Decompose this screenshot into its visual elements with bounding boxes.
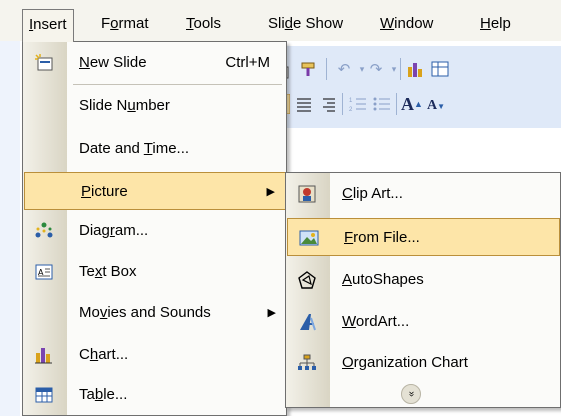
- picture-submenu-item-org-chart[interactable]: Organization Chart: [286, 344, 560, 382]
- submenu-arrow-icon: ▶: [267, 307, 276, 319]
- menu-item-label: From File...: [344, 229, 420, 246]
- insert-table-icon[interactable]: [430, 59, 450, 79]
- menu-tools[interactable]: Tools: [180, 9, 227, 39]
- table-icon: [34, 385, 54, 405]
- menu-item-label: Date and Time...: [79, 140, 190, 157]
- redo-dropdown-icon[interactable]: ▾: [384, 59, 404, 79]
- menu-item-label: WordArt...: [342, 313, 410, 330]
- autoshapes-icon: [297, 270, 317, 290]
- menu-item-label: Picture: [81, 183, 128, 200]
- increase-font-icon[interactable]: A ▲: [401, 94, 423, 114]
- workspace-left-edge: [0, 41, 20, 416]
- menu-insert[interactable]: Insert: [22, 9, 74, 42]
- wordart-icon: [297, 312, 317, 332]
- menu-item-label: Text Box: [79, 263, 137, 280]
- menu-item-label: Table...: [79, 386, 128, 403]
- numbering-icon[interactable]: 12: [348, 94, 368, 114]
- menu-item-label: Slide Number: [79, 97, 170, 114]
- menu-format[interactable]: Format: [95, 9, 155, 39]
- menu-item-label: Movies and Sounds: [79, 304, 211, 321]
- menu-item-label: AutoShapes: [342, 271, 424, 288]
- new-slide-icon: [34, 53, 54, 73]
- org-chart-icon: [297, 353, 317, 373]
- menu-item-label: Chart...: [79, 346, 129, 363]
- svg-text:1: 1: [349, 98, 353, 104]
- insert-menu-item-text-box[interactable]: A Text Box: [23, 253, 286, 291]
- menu-item-label: Organization Chart: [342, 354, 468, 371]
- insert-menu-item-date-time[interactable]: Date and Time...: [23, 130, 286, 168]
- from-file-icon: [299, 228, 319, 248]
- picture-submenu-item-clip-art[interactable]: Clip Art...: [286, 175, 560, 213]
- menu-window[interactable]: Window: [374, 9, 439, 39]
- menu-help[interactable]: Help: [474, 9, 517, 39]
- menu-slide-show[interactable]: Slide Show: [262, 9, 349, 39]
- redo-icon[interactable]: ↷: [366, 59, 386, 79]
- insert-menu-item-picture[interactable]: Picture ▶: [24, 172, 286, 210]
- format-painter-icon[interactable]: [298, 59, 318, 79]
- decrease-font-icon[interactable]: A ▼: [426, 96, 446, 116]
- picture-submenu: Clip Art... From File... AutoShapes Word…: [285, 172, 561, 408]
- align-justify-icon[interactable]: [294, 94, 314, 114]
- insert-menu-item-new-slide[interactable]: New Slide Ctrl+M: [23, 44, 286, 82]
- undo-icon[interactable]: ↶: [334, 59, 354, 79]
- insert-menu-item-diagram[interactable]: Diagram...: [23, 212, 286, 250]
- submenu-arrow-icon: ▶: [266, 186, 275, 198]
- picture-submenu-item-wordart[interactable]: WordArt...: [286, 303, 560, 341]
- svg-text:2: 2: [349, 107, 353, 113]
- picture-submenu-item-from-file[interactable]: From File...: [287, 218, 560, 256]
- menu-bar: Insert Format Tools Slide Show Window He…: [0, 0, 561, 42]
- text-box-icon: A: [34, 262, 54, 282]
- menu-item-label: Clip Art...: [342, 185, 403, 202]
- insert-menu: New Slide Ctrl+M Slide Number Date and T…: [22, 41, 287, 416]
- menu-item-label: Diagram...: [79, 222, 149, 239]
- insert-menu-item-chart[interactable]: Chart...: [23, 336, 286, 374]
- expand-chevron-icon[interactable]: »: [401, 384, 421, 404]
- insert-chart-icon[interactable]: [406, 59, 426, 79]
- shortcut-text: Ctrl+M: [225, 54, 270, 71]
- insert-menu-item-movies-sounds[interactable]: Movies and Sounds ▶: [23, 294, 286, 332]
- diagram-icon: [34, 221, 54, 241]
- picture-submenu-item-autoshapes[interactable]: AutoShapes: [286, 261, 560, 299]
- bullets-icon[interactable]: [372, 94, 392, 114]
- clip-art-icon: [297, 184, 317, 204]
- chart-icon: [34, 345, 54, 365]
- align-right-icon[interactable]: [318, 94, 338, 114]
- insert-menu-item-table[interactable]: Table...: [23, 376, 286, 414]
- insert-menu-item-slide-number[interactable]: Slide Number: [23, 87, 286, 125]
- menu-item-label: New Slide: [79, 54, 147, 71]
